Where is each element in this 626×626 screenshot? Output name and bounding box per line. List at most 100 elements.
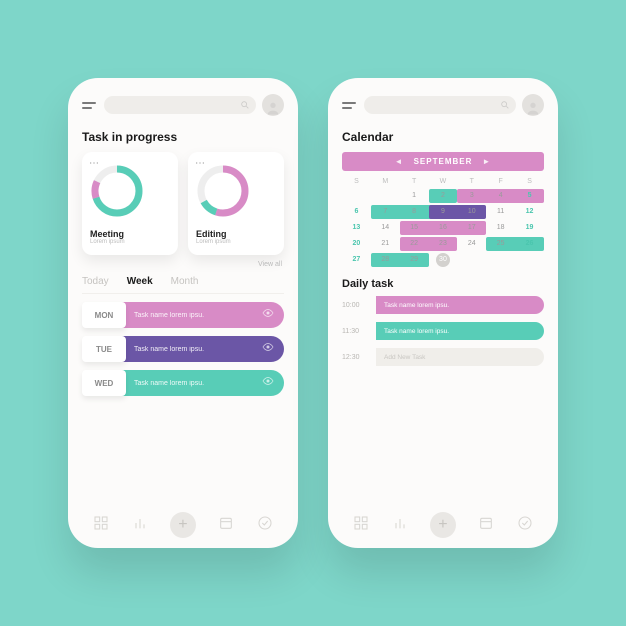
daily-task-row[interactable]: 11:30 Task name lorem ipsu.: [342, 322, 544, 340]
daily-task-bar: Task name lorem ipsu.: [376, 296, 544, 314]
header: [342, 94, 544, 116]
month-label: SEPTEMBER: [414, 157, 473, 166]
nav-grid-icon[interactable]: [93, 515, 109, 536]
calendar-day[interactable]: 3: [457, 188, 486, 204]
progress-card[interactable]: ⋯ Meeting Lorem ipsum: [82, 152, 178, 255]
progress-card[interactable]: ⋯ Editing Lorem ipsum: [188, 152, 284, 255]
nav-calendar-icon[interactable]: [478, 515, 494, 536]
nav-stats-icon[interactable]: [132, 515, 148, 536]
time-label: 10:00: [342, 302, 368, 309]
calendar-day[interactable]: 21: [371, 236, 400, 252]
header: [82, 94, 284, 116]
section-title-progress: Task in progress: [82, 130, 284, 144]
card-title: Editing: [196, 229, 276, 239]
time-label: 11:30: [342, 328, 368, 335]
range-tabs: Today Week Month: [82, 276, 284, 294]
calendar-day[interactable]: 1: [400, 188, 429, 204]
card-menu-icon[interactable]: ⋯: [195, 158, 204, 169]
card-title: Meeting: [90, 229, 170, 239]
dow-label: M: [371, 175, 400, 188]
eye-icon[interactable]: [262, 340, 274, 358]
daily-task-row[interactable]: 10:00 Task name lorem ipsu.: [342, 296, 544, 314]
task-row[interactable]: WED Task name lorem ipsu.: [82, 370, 284, 396]
calendar-day[interactable]: 9: [429, 204, 458, 220]
person-icon: [265, 100, 281, 116]
calendar-day[interactable]: 6: [342, 204, 371, 220]
task-bar: Task name lorem ipsu.: [122, 302, 284, 328]
calendar-day[interactable]: 19: [515, 220, 544, 236]
calendar-day: [457, 252, 486, 268]
nav-check-icon[interactable]: [517, 515, 533, 536]
calendar-day[interactable]: 18: [486, 220, 515, 236]
card-menu-icon[interactable]: ⋯: [89, 158, 98, 169]
calendar-day: [486, 252, 515, 268]
calendar-day: [515, 252, 544, 268]
progress-cards: ⋯ Meeting Lorem ipsum ⋯ Editing Lorem ip…: [82, 152, 284, 255]
calendar-day[interactable]: 13: [342, 220, 371, 236]
calendar-day[interactable]: 11: [486, 204, 515, 220]
eye-icon[interactable]: [262, 374, 274, 392]
dow-label: S: [515, 175, 544, 188]
time-label: 12:30: [342, 354, 368, 361]
nav-check-icon[interactable]: [257, 515, 273, 536]
calendar-day[interactable]: 25: [486, 236, 515, 252]
tab-week[interactable]: Week: [127, 276, 153, 287]
calendar-day[interactable]: 20: [342, 236, 371, 252]
nav-add-button[interactable]: +: [430, 512, 456, 538]
calendar-day[interactable]: 22: [400, 236, 429, 252]
task-label: Task name lorem ipsu.: [134, 346, 204, 353]
calendar-day[interactable]: 7: [371, 204, 400, 220]
menu-icon[interactable]: [342, 102, 358, 109]
calendar-day[interactable]: 15: [400, 220, 429, 236]
task-bar: Task name lorem ipsu.: [122, 370, 284, 396]
calendar-day[interactable]: 12: [515, 204, 544, 220]
calendar-day[interactable]: 14: [371, 220, 400, 236]
day-label: WED: [82, 370, 126, 396]
person-icon: [525, 100, 541, 116]
task-row[interactable]: MON Task name lorem ipsu.: [82, 302, 284, 328]
dow-label: W: [429, 175, 458, 188]
tab-month[interactable]: Month: [171, 276, 199, 287]
search-icon: [240, 100, 250, 110]
calendar-day[interactable]: 30: [429, 252, 458, 268]
dow-label: F: [486, 175, 515, 188]
prev-month-icon[interactable]: ◄: [395, 157, 404, 166]
daily-task-row[interactable]: 12:30 Add New Task: [342, 348, 544, 366]
bottom-nav: +: [82, 504, 284, 538]
dow-label: T: [457, 175, 486, 188]
nav-grid-icon[interactable]: [353, 515, 369, 536]
avatar[interactable]: [262, 94, 284, 116]
donut-chart: [90, 164, 144, 218]
task-row[interactable]: TUE Task name lorem ipsu.: [82, 336, 284, 362]
dow-label: T: [400, 175, 429, 188]
add-task-button[interactable]: Add New Task: [376, 348, 544, 366]
task-list: MON Task name lorem ipsu. TUE Task name …: [82, 302, 284, 404]
tab-today[interactable]: Today: [82, 276, 109, 287]
calendar-day: [342, 188, 371, 204]
menu-icon[interactable]: [82, 102, 98, 109]
card-subtitle: Lorem ipsum: [90, 239, 170, 245]
nav-stats-icon[interactable]: [392, 515, 408, 536]
dow-label: S: [342, 175, 371, 188]
eye-icon[interactable]: [262, 306, 274, 324]
calendar-day[interactable]: 28: [371, 252, 400, 268]
bottom-nav: +: [342, 504, 544, 538]
calendar-day[interactable]: 27: [342, 252, 371, 268]
donut-chart: [196, 164, 250, 218]
view-all-link[interactable]: View all: [84, 261, 282, 268]
calendar-grid: SMTWTFS 12345678910111213141516171819202…: [342, 175, 544, 268]
nav-calendar-icon[interactable]: [218, 515, 234, 536]
avatar[interactable]: [522, 94, 544, 116]
nav-add-button[interactable]: +: [170, 512, 196, 538]
task-bar: Task name lorem ipsu.: [122, 336, 284, 362]
section-title-calendar: Calendar: [342, 130, 544, 144]
calendar-day[interactable]: 2: [429, 188, 458, 204]
daily-task-bar: Task name lorem ipsu.: [376, 322, 544, 340]
next-month-icon[interactable]: ►: [482, 157, 491, 166]
search-icon: [500, 100, 510, 110]
calendar-day[interactable]: 24: [457, 236, 486, 252]
phone-calendar: Calendar ◄ SEPTEMBER ► SMTWTFS 123456789…: [328, 78, 558, 548]
day-label: TUE: [82, 336, 126, 362]
search-input[interactable]: [364, 96, 516, 114]
search-input[interactable]: [104, 96, 256, 114]
